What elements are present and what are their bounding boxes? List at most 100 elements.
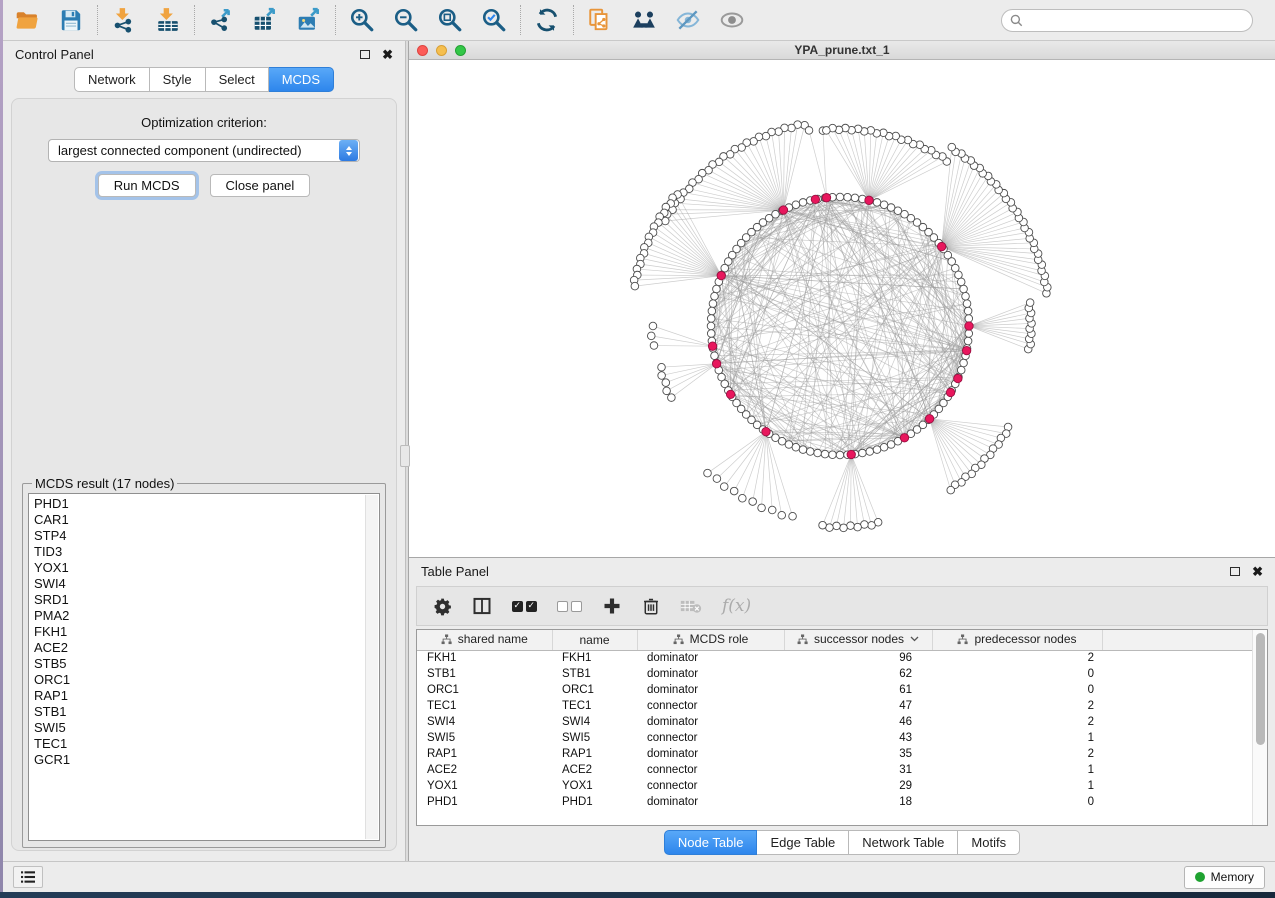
mcds-result-list[interactable]: PHD1CAR1STP4TID3YOX1SWI4SRD1PMA2FKH1ACE2…	[28, 493, 380, 841]
table-row[interactable]: TEC1TEC1connector472	[417, 698, 1252, 714]
delete-column-button[interactable]	[642, 592, 660, 620]
column-header[interactable]: successor nodes	[784, 630, 932, 650]
search-box[interactable]	[1001, 9, 1253, 32]
mcds-result-item[interactable]: SRD1	[34, 592, 379, 608]
column-layout-button[interactable]	[472, 592, 492, 620]
table-scrollbar-thumb[interactable]	[1256, 633, 1265, 745]
search-icon	[1010, 14, 1023, 27]
tab-mcds[interactable]: MCDS	[269, 67, 334, 92]
first-neighbors-button[interactable]	[630, 6, 658, 34]
table-row[interactable]: SWI4SWI4dominator462	[417, 714, 1252, 730]
close-panel-icon[interactable]: ✖	[1252, 565, 1263, 578]
tab-style[interactable]: Style	[150, 67, 206, 92]
show-all-button[interactable]	[718, 6, 746, 34]
column-header[interactable]: name	[552, 630, 637, 650]
refresh-layout-icon	[534, 7, 560, 33]
task-history-button[interactable]	[13, 866, 43, 888]
zoom-selected-button[interactable]	[480, 6, 508, 34]
window-close-icon[interactable]	[417, 45, 428, 56]
export-image-button[interactable]	[295, 6, 323, 34]
mcds-result-item[interactable]: ORC1	[34, 672, 379, 688]
search-input[interactable]	[1028, 13, 1228, 27]
mcds-result-item[interactable]: STB5	[34, 656, 379, 672]
mcds-result-item[interactable]: FKH1	[34, 624, 379, 640]
close-panel-button[interactable]: Close panel	[210, 174, 311, 197]
network-window-titlebar[interactable]: YPA_prune.txt_1	[409, 41, 1275, 60]
table-row[interactable]: STB1STB1dominator620	[417, 666, 1252, 682]
mcds-result-item[interactable]: SWI4	[34, 576, 379, 592]
column-header[interactable]: MCDS role	[637, 630, 784, 650]
zoom-fit-button[interactable]	[436, 6, 464, 34]
open-file-button[interactable]	[13, 6, 41, 34]
import-network-button[interactable]	[110, 6, 138, 34]
delete-table-icon	[680, 598, 702, 614]
mcds-result-item[interactable]: TEC1	[34, 736, 379, 752]
panel-splitter[interactable]	[405, 41, 408, 861]
function-builder-button[interactable]: f(x)	[722, 592, 751, 620]
close-panel-icon[interactable]: ✖	[382, 48, 393, 61]
table-row[interactable]: FKH1FKH1dominator962	[417, 650, 1252, 666]
add-column-icon	[602, 596, 622, 616]
function-builder-icon: f(x)	[722, 596, 751, 616]
export-network-button[interactable]	[207, 6, 235, 34]
splitter-grip[interactable]	[400, 445, 410, 467]
table-scrollbar[interactable]	[1252, 630, 1267, 825]
deselect-all-button[interactable]	[557, 592, 582, 620]
mcds-result-item[interactable]: PMA2	[34, 608, 379, 624]
float-panel-icon[interactable]	[360, 50, 370, 59]
delete-table-button[interactable]	[680, 592, 702, 620]
table-row[interactable]: ACE2ACE2connector311	[417, 762, 1252, 778]
memory-button[interactable]: Memory	[1184, 866, 1265, 889]
network-graph[interactable]	[409, 60, 1275, 557]
list-icon	[20, 870, 36, 884]
network-clone-button[interactable]	[586, 6, 614, 34]
save-session-button[interactable]	[57, 6, 85, 34]
zoom-out-button[interactable]	[392, 6, 420, 34]
column-header[interactable]: predecessor nodes	[932, 630, 1102, 650]
criterion-selected-value: largest connected component (undirected)	[49, 143, 359, 158]
mcds-result-item[interactable]: STB1	[34, 704, 379, 720]
tab-network-table[interactable]: Network Table	[849, 830, 958, 855]
import-table-button[interactable]	[154, 6, 182, 34]
mcds-result-item[interactable]: ACE2	[34, 640, 379, 656]
mcds-result-item[interactable]: CAR1	[34, 512, 379, 528]
zoom-fit-icon	[437, 7, 463, 33]
select-all-button[interactable]	[512, 592, 537, 620]
refresh-layout-button[interactable]	[533, 6, 561, 34]
float-panel-icon[interactable]	[1230, 567, 1240, 576]
network-clone-icon	[587, 7, 613, 33]
zoom-in-button[interactable]	[348, 6, 376, 34]
mcds-result-item[interactable]: PHD1	[34, 496, 379, 512]
node-table[interactable]: shared namenameMCDS rolesuccessor nodesp…	[416, 629, 1268, 826]
mcds-result-item[interactable]: TID3	[34, 544, 379, 560]
table-row[interactable]: RAP1RAP1dominator352	[417, 746, 1252, 762]
table-row[interactable]: ORC1ORC1dominator610	[417, 682, 1252, 698]
mcds-result-item[interactable]: SWI5	[34, 720, 379, 736]
table-row[interactable]: PHD1PHD1dominator180	[417, 794, 1252, 810]
window-maximize-icon[interactable]	[455, 45, 466, 56]
gear-button[interactable]	[433, 592, 452, 620]
mcds-list-scrollbar[interactable]	[365, 495, 378, 839]
mcds-result-item[interactable]: YOX1	[34, 560, 379, 576]
network-canvas[interactable]	[409, 60, 1275, 557]
mcds-result-item[interactable]: RAP1	[34, 688, 379, 704]
run-mcds-button[interactable]: Run MCDS	[98, 174, 196, 197]
table-row[interactable]: SWI5SWI5connector431	[417, 730, 1252, 746]
export-table-button[interactable]	[251, 6, 279, 34]
tab-network[interactable]: Network	[74, 67, 150, 92]
hide-selected-button[interactable]	[674, 6, 702, 34]
column-header[interactable]: shared name	[417, 630, 552, 650]
mcds-result-item[interactable]: STP4	[34, 528, 379, 544]
mcds-result-item[interactable]: GCR1	[34, 752, 379, 768]
add-column-button[interactable]	[602, 592, 622, 620]
tab-edge-table[interactable]: Edge Table	[757, 830, 849, 855]
tab-select[interactable]: Select	[206, 67, 269, 92]
network-view-title: YPA_prune.txt_1	[409, 43, 1275, 57]
optimization-criterion-select[interactable]: largest connected component (undirected)	[48, 139, 360, 162]
table-row[interactable]: YOX1YOX1connector291	[417, 778, 1252, 794]
export-image-icon	[296, 7, 322, 33]
tab-node-table[interactable]: Node Table	[664, 830, 758, 855]
first-neighbors-icon	[631, 7, 657, 33]
window-minimize-icon[interactable]	[436, 45, 447, 56]
tab-motifs[interactable]: Motifs	[958, 830, 1020, 855]
